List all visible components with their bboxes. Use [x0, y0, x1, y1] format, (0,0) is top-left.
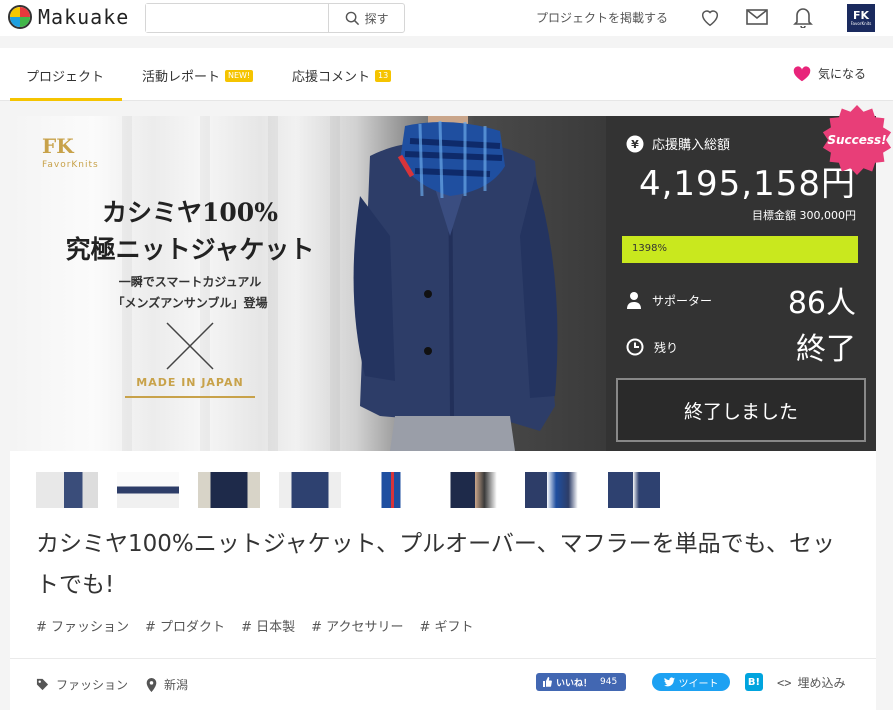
heart-filled-icon — [793, 66, 811, 82]
tag-icon — [36, 678, 49, 691]
comment-count-badge: 13 — [375, 69, 392, 82]
search-input[interactable] — [146, 4, 329, 32]
tab-label: プロジェクト — [26, 70, 105, 85]
bell-icon[interactable] — [793, 6, 813, 28]
tweet-label: ツイート — [678, 678, 719, 690]
project-meta: ファッション 新潟 — [36, 676, 206, 693]
category-label: ファッション — [56, 678, 129, 692]
made-in-japan-label: MADE IN JAPAN — [136, 376, 244, 389]
tag-list: # ファッション # プロダクト # 日本製 # アクセサリー # ギフト — [36, 616, 490, 635]
post-project-link[interactable]: プロジェクトを掲載する — [536, 9, 668, 26]
hero-title-line: 究極ニットジャケット — [65, 235, 315, 264]
progress-bar: 1398% — [622, 236, 858, 263]
hero-subtitle-line: 一瞬でスマートカジュアル — [118, 275, 262, 289]
thumbnail-4[interactable] — [279, 472, 341, 508]
tag-item[interactable]: # 日本製 — [241, 616, 295, 635]
thumbnail-3[interactable] — [198, 472, 260, 508]
search-icon — [345, 11, 359, 25]
supporters-label-text: サポーター — [652, 293, 713, 308]
hatena-bookmark-button[interactable]: B! — [745, 673, 763, 691]
active-tab-indicator — [10, 98, 122, 101]
location-link[interactable]: 新潟 — [146, 676, 188, 693]
ended-button[interactable]: 終了しました — [616, 378, 866, 442]
thumbnail-8[interactable] — [603, 472, 665, 508]
clock-icon — [626, 338, 644, 356]
thumbnail-2[interactable] — [117, 472, 179, 508]
cross-ornament-icon — [166, 322, 214, 370]
thumbnail-strip — [36, 472, 684, 508]
avatar-subtext: FavorKnits — [850, 21, 872, 26]
embed-label: 埋め込み — [797, 676, 846, 690]
facebook-like-button[interactable]: いいね！ 945 — [536, 673, 626, 691]
brand-name: FavorKnits — [42, 160, 99, 170]
heart-outline-icon[interactable] — [699, 6, 721, 28]
favorite-label: 気になる — [818, 66, 867, 81]
remaining-label: 残り — [626, 338, 678, 356]
remaining-label-text: 残り — [654, 340, 679, 355]
hero-subtitle: 一瞬でスマートカジュアル 「メンズアンサンブル」登場 — [50, 272, 330, 314]
hero-title: カシミヤ100% 究極ニットジャケット — [50, 194, 330, 268]
svg-text:¥: ¥ — [631, 138, 639, 151]
facebook-like-label: いいね！ — [556, 678, 593, 689]
supporters-label: サポーター — [626, 291, 712, 309]
search-button[interactable]: 探す — [328, 4, 404, 32]
yen-icon: ¥ — [626, 135, 644, 152]
project-tabs: プロジェクト 活動レポート NEW! 応援コメント 13 気になる — [0, 48, 893, 101]
project-title: カシミヤ100%ニットジャケット、プルオーバー、マフラーを単品でも、セットでも! — [36, 531, 835, 598]
thumbnail-1[interactable] — [36, 472, 98, 508]
remaining-value: 終了 — [796, 332, 856, 367]
user-avatar[interactable]: FK FavorKnits — [847, 4, 875, 32]
project-card: FK FavorKnits カシミヤ100% 究極ニットジャケット 一瞬でスマー… — [10, 105, 892, 710]
brand-mark: FK — [42, 134, 74, 158]
twitter-bird-icon — [663, 677, 675, 687]
funding-panel: ¥ 応援購入総額 4,195,158円 目標金額 300,000円 1398% … — [606, 105, 892, 451]
tweet-button[interactable]: ツイート — [652, 673, 730, 691]
favorite-button[interactable]: 気になる — [792, 64, 866, 82]
hero-title-line: カシミヤ100% — [102, 198, 278, 227]
avatar-text: FK — [852, 9, 870, 22]
tag-item[interactable]: # プロダクト — [145, 616, 225, 635]
tab-project[interactable]: プロジェクト — [26, 66, 104, 85]
mail-icon[interactable] — [745, 6, 769, 28]
embed-link[interactable]: <> 埋め込み — [777, 674, 845, 691]
tab-label: 活動レポート — [142, 70, 221, 85]
thumbnail-6[interactable] — [441, 472, 503, 508]
goal-amount: 目標金額 300,000円 — [752, 209, 856, 222]
facebook-like-count: 945 — [600, 677, 618, 687]
search-button-label: 探す — [364, 11, 389, 26]
new-badge: NEW! — [225, 69, 254, 82]
tab-label: 応援コメント — [292, 70, 371, 85]
model-photo — [353, 116, 558, 451]
top-header: Makuake 探す プロジェクトを掲載する FK FavorKnits — [0, 0, 893, 36]
makuake-logo-icon — [8, 5, 32, 29]
tag-item[interactable]: # ギフト — [419, 616, 473, 635]
supporters-count: 86人 — [787, 286, 856, 321]
thumbs-up-icon — [543, 677, 552, 687]
search-box: 探す — [145, 3, 405, 33]
hero-image[interactable]: FK FavorKnits カシミヤ100% 究極ニットジャケット 一瞬でスマー… — [10, 116, 606, 451]
location-pin-icon — [146, 677, 157, 692]
made-in-underline — [125, 396, 255, 398]
category-link[interactable]: ファッション — [36, 676, 128, 693]
tag-item[interactable]: # ファッション — [36, 616, 129, 635]
makuake-logo[interactable]: Makuake — [8, 5, 129, 29]
tag-item[interactable]: # アクセサリー — [311, 616, 403, 635]
progress-percent: 1398% — [632, 243, 667, 254]
code-icon: <> — [777, 675, 792, 690]
person-icon — [627, 292, 641, 309]
total-label-text: 応援購入総額 — [652, 138, 731, 153]
tab-support-comments[interactable]: 応援コメント 13 — [292, 66, 392, 85]
tab-activity-report[interactable]: 活動レポート NEW! — [142, 66, 254, 85]
total-label: ¥ 応援購入総額 — [626, 134, 730, 153]
brand-logo: FK FavorKnits — [42, 134, 99, 170]
thumbnail-7[interactable] — [522, 472, 584, 508]
location-label: 新潟 — [164, 678, 189, 692]
hero-subtitle-line: 「メンズアンサンブル」登場 — [112, 296, 268, 310]
logo-text: Makuake — [38, 5, 130, 29]
success-badge: Success! — [827, 133, 887, 147]
divider — [10, 658, 876, 659]
thumbnail-5[interactable] — [360, 472, 422, 508]
